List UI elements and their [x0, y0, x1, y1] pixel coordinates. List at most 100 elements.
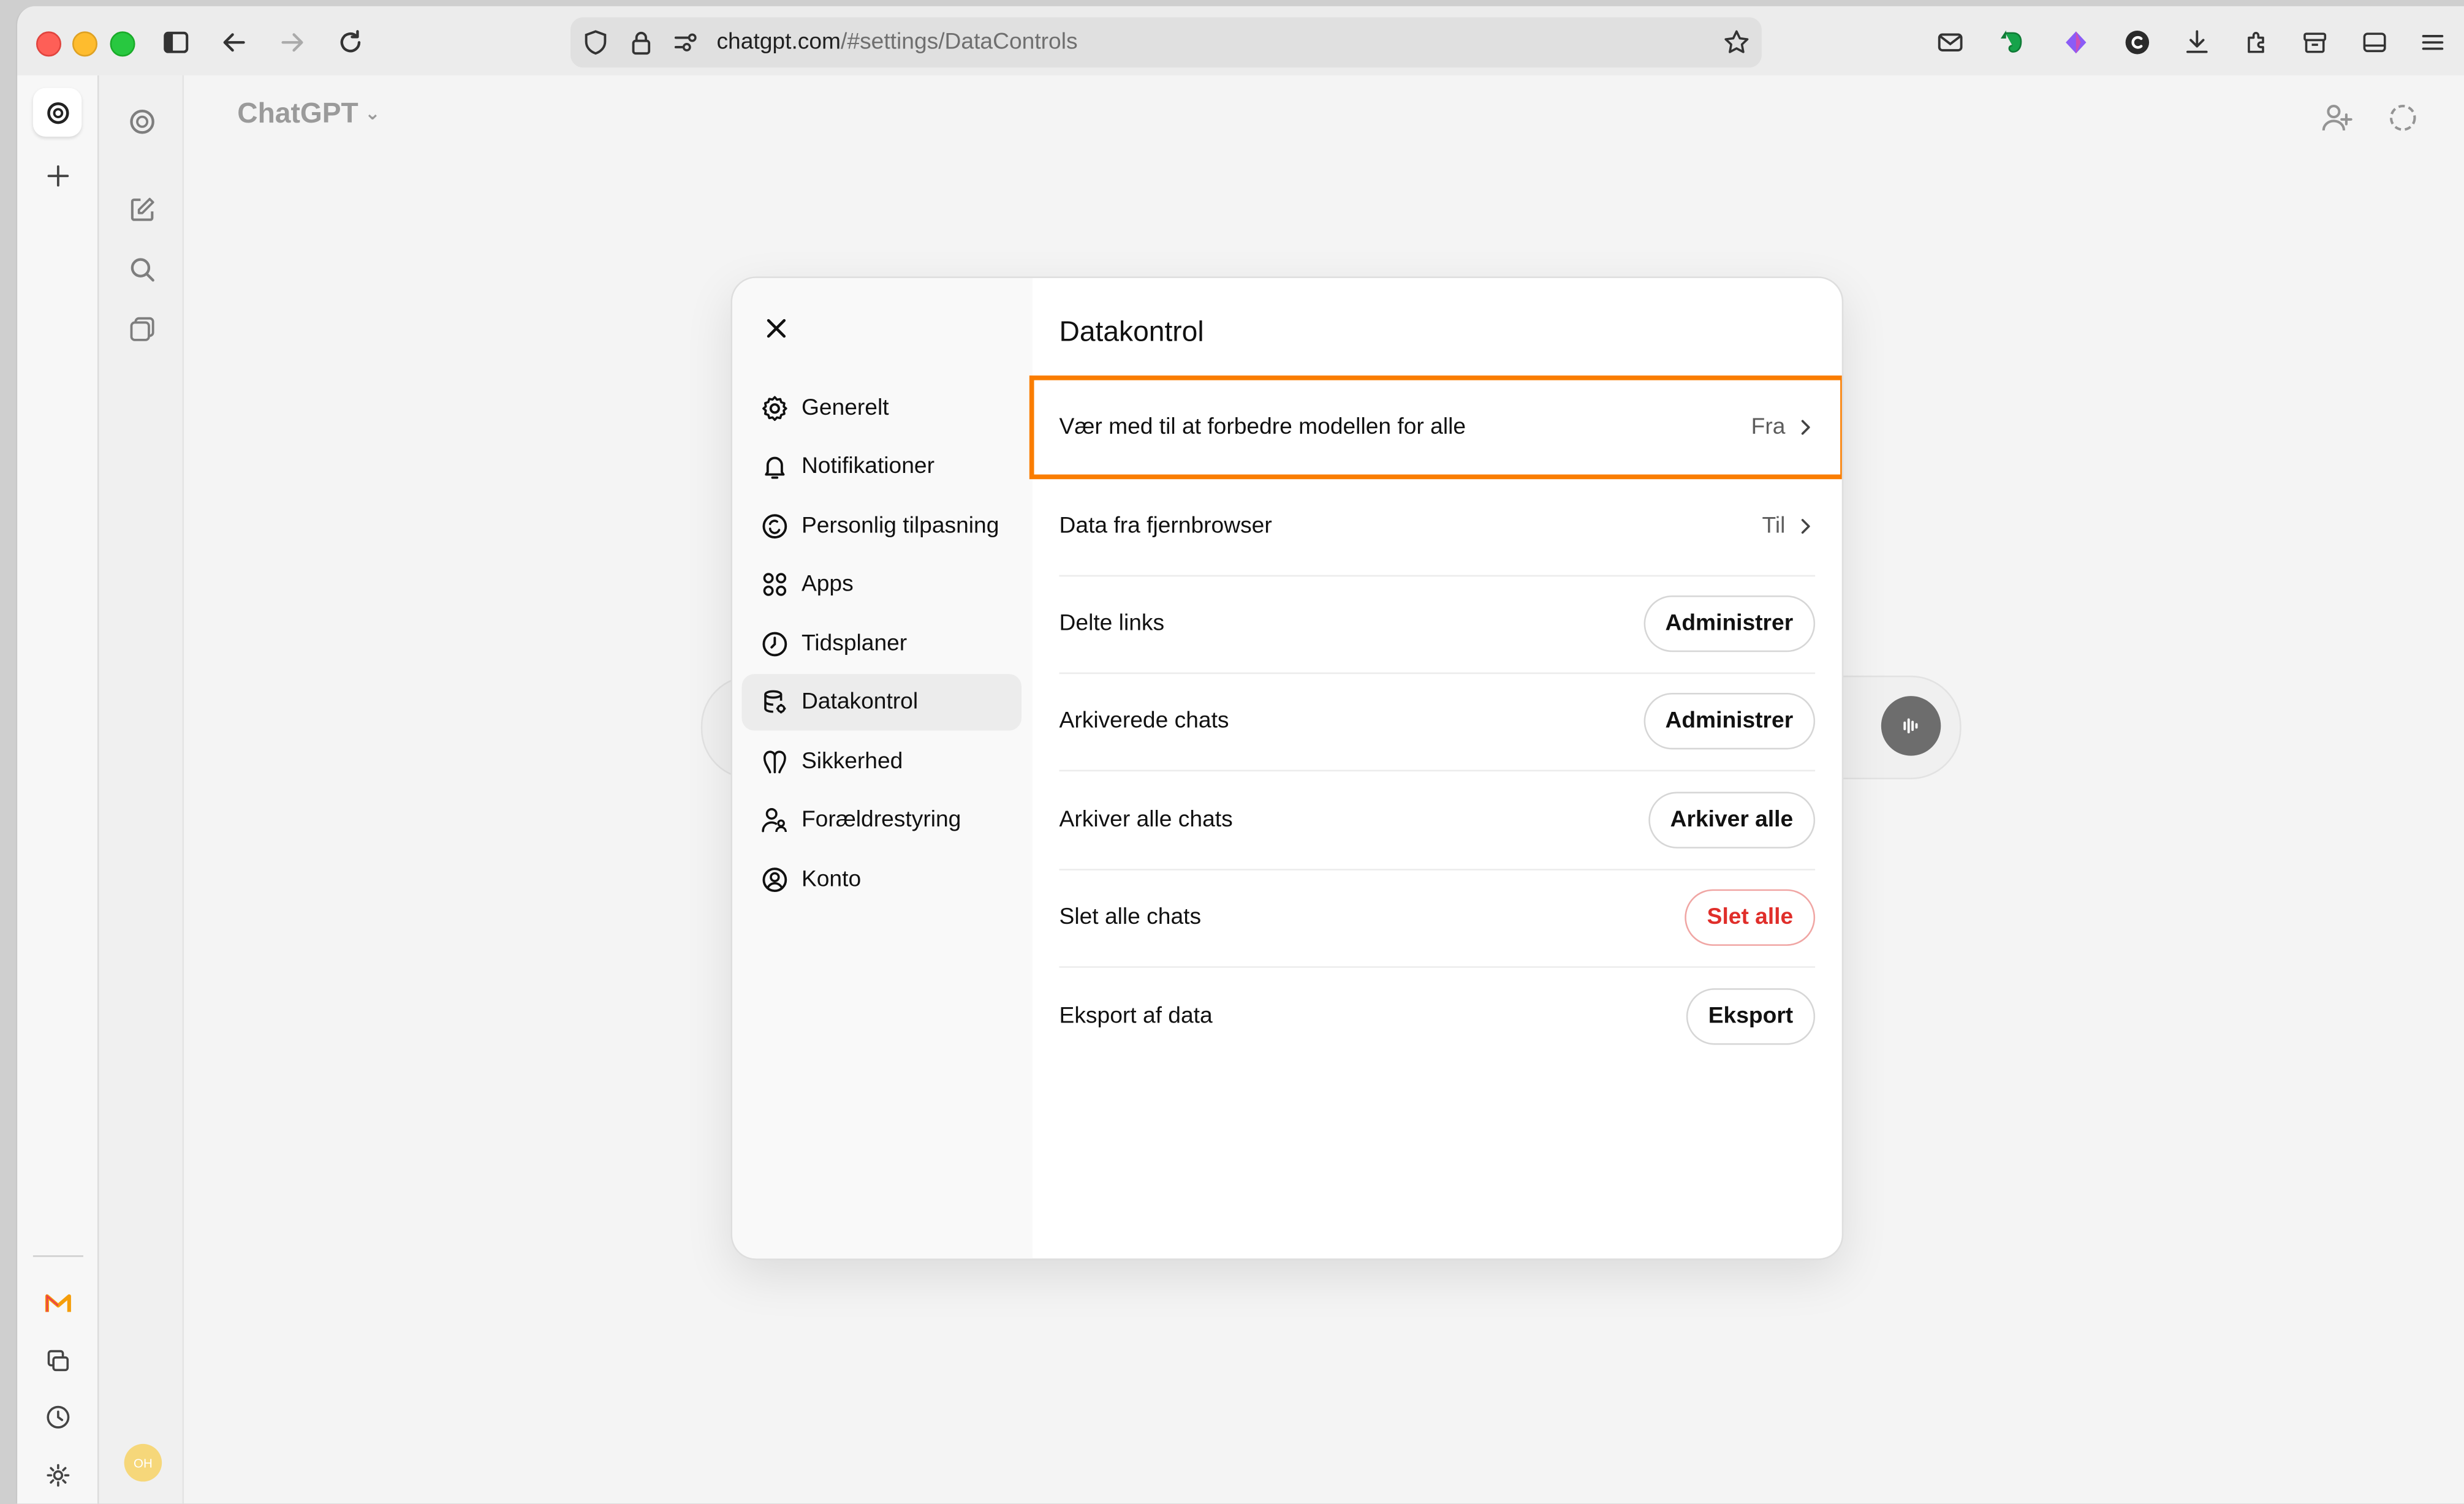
nav-label: Generelt — [801, 396, 889, 421]
mail-icon[interactable] — [1931, 23, 1969, 61]
menu-icon[interactable] — [2414, 23, 2452, 61]
row-label: Arkiver alle chats — [1059, 807, 1233, 833]
evernote-extension-icon[interactable] — [1993, 23, 2031, 61]
site-settings-icon[interactable] — [671, 28, 699, 56]
settings-nav-foraeldrestyring[interactable]: Forældrestyring — [741, 792, 1021, 848]
chevron-down-icon: ⌄ — [365, 102, 381, 124]
plus-icon — [47, 164, 68, 186]
row-label: Delte links — [1059, 611, 1165, 637]
m-logo-icon — [44, 1293, 70, 1312]
settings-nav-konto[interactable]: Konto — [741, 852, 1021, 908]
improve-model-row[interactable]: Vær med til at forbedre modellen for all… — [1059, 379, 1816, 478]
url-host: chatgpt.com — [716, 29, 841, 55]
bell-icon — [759, 451, 790, 482]
personalize-icon — [759, 510, 790, 542]
row-value[interactable]: Fra — [1751, 415, 1816, 440]
close-icon — [767, 319, 786, 338]
temporary-chat-icon[interactable] — [2386, 100, 2420, 135]
settings-nav-personlig-tilpasning[interactable]: Personlig tilpasning — [741, 498, 1021, 554]
shield-icon[interactable] — [582, 28, 610, 56]
nav-label: Apps — [801, 572, 854, 597]
extensions-puzzle-icon[interactable] — [2238, 23, 2276, 61]
minimize-window-button[interactable] — [72, 31, 98, 57]
app-title: ChatGPT — [237, 97, 358, 129]
clock-icon — [759, 629, 790, 660]
rail-m-extension[interactable] — [33, 1279, 82, 1328]
settings-nav-sikkerhed[interactable]: Sikkerhed — [741, 734, 1021, 790]
delete-all-button[interactable]: Slet alle — [1685, 889, 1816, 946]
rail-tab-manager[interactable] — [33, 1336, 82, 1385]
rail-new-tab[interactable] — [33, 151, 82, 200]
url-text[interactable]: chatgpt.com/#settings/DataControls — [716, 30, 1077, 55]
nav-label: Datakontrol — [801, 689, 919, 715]
chevron-right-icon — [1801, 420, 1810, 435]
row-value-text: Fra — [1751, 415, 1786, 440]
lock-icon[interactable] — [627, 28, 655, 56]
url-path: /#settings/DataControls — [841, 29, 1078, 55]
archive-all-button[interactable]: Arkiver alle — [1648, 792, 1816, 848]
rail-divider — [32, 1255, 83, 1257]
manage-shared-links-button[interactable]: Administrer — [1643, 595, 1816, 652]
reload-icon[interactable] — [332, 23, 370, 61]
security-icon — [759, 746, 790, 777]
settings-nav-generelt[interactable]: Generelt — [741, 380, 1021, 437]
settings-nav-datakontrol[interactable]: Datakontrol — [741, 674, 1022, 731]
nav-label: Tidsplaner — [801, 631, 908, 657]
rail-history[interactable] — [33, 1392, 82, 1441]
page-title: Datakontrol — [1059, 316, 1204, 347]
search-icon[interactable] — [124, 251, 159, 285]
bookmark-star-icon[interactable] — [1723, 28, 1751, 56]
gear-icon — [46, 1463, 69, 1486]
chevron-right-icon — [1801, 519, 1810, 534]
sidebar-toggle-icon[interactable] — [157, 23, 195, 61]
window-layout-icon[interactable] — [2356, 23, 2394, 61]
archive-box-icon[interactable] — [2296, 23, 2334, 61]
new-chat-icon[interactable] — [124, 192, 159, 226]
close-window-button[interactable] — [36, 31, 62, 57]
back-arrow-icon[interactable] — [215, 23, 253, 61]
browser-sidebar — [17, 75, 99, 1504]
shared-links-row: Delte links Administrer — [1059, 575, 1816, 675]
library-icon[interactable] — [124, 311, 159, 346]
row-label: Slet alle chats — [1059, 905, 1202, 931]
forward-arrow-icon[interactable] — [273, 23, 311, 61]
row-value-text: Til — [1762, 513, 1786, 539]
nav-label: Personlig tilpasning — [801, 513, 999, 539]
remote-browser-data-row[interactable]: Data fra fjernbrowser Til — [1059, 478, 1816, 577]
settings-nav-tidsplaner[interactable]: Tidsplaner — [741, 616, 1021, 672]
export-button[interactable]: Eksport — [1686, 988, 1816, 1045]
screen: chatgpt.com/#settings/DataControls OH Ch… — [0, 0, 2464, 1504]
row-value[interactable]: Til — [1762, 514, 1816, 539]
database-icon — [759, 687, 790, 718]
model-switcher[interactable]: ChatGPT ⌄ — [237, 97, 381, 130]
avatar[interactable]: OH — [124, 1443, 162, 1482]
manage-archived-chats-button[interactable]: Administrer — [1643, 692, 1816, 750]
chatgpt-home-icon[interactable] — [124, 104, 159, 138]
archive-all-row: Arkiver alle chats Arkiver alle — [1059, 771, 1816, 871]
settings-dialog: Generelt Notifikationer Personlig tilpas… — [730, 276, 1844, 1260]
close-settings-button[interactable] — [757, 309, 795, 347]
nav-label: Notifikationer — [801, 454, 934, 480]
download-icon[interactable] — [2178, 23, 2216, 61]
voice-mode-button — [1881, 696, 1941, 756]
row-label: Arkiverede chats — [1059, 708, 1229, 734]
gem-extension-icon[interactable] — [2057, 23, 2095, 61]
add-person-icon[interactable] — [2319, 100, 2354, 135]
row-label: Vær med til at forbedre modellen for all… — [1059, 415, 1466, 440]
settings-nav-notifikationer[interactable]: Notifikationer — [741, 439, 1021, 495]
chatgpt-sidebar: OH — [99, 75, 184, 1504]
settings-nav-apps[interactable]: Apps — [741, 556, 1021, 613]
row-label: Data fra fjernbrowser — [1059, 513, 1272, 539]
address-bar[interactable]: chatgpt.com/#settings/DataControls — [570, 17, 1762, 68]
waveform-icon — [1903, 718, 1918, 734]
c-extension-icon[interactable] — [2118, 23, 2156, 61]
settings-nav: Generelt Notifikationer Personlig tilpas… — [732, 278, 1033, 1259]
rail-chatgpt-tab[interactable] — [32, 88, 82, 137]
export-data-row: Eksport af data Eksport — [1060, 968, 1816, 1065]
history-clock-icon — [46, 1405, 69, 1428]
settings-content: Datakontrol Vær med til at forbedre mode… — [1029, 278, 1842, 1258]
rail-settings[interactable] — [33, 1450, 82, 1499]
zoom-window-button[interactable] — [110, 31, 135, 57]
nav-label: Konto — [801, 867, 862, 893]
nav-label: Forældrestyring — [801, 807, 961, 833]
